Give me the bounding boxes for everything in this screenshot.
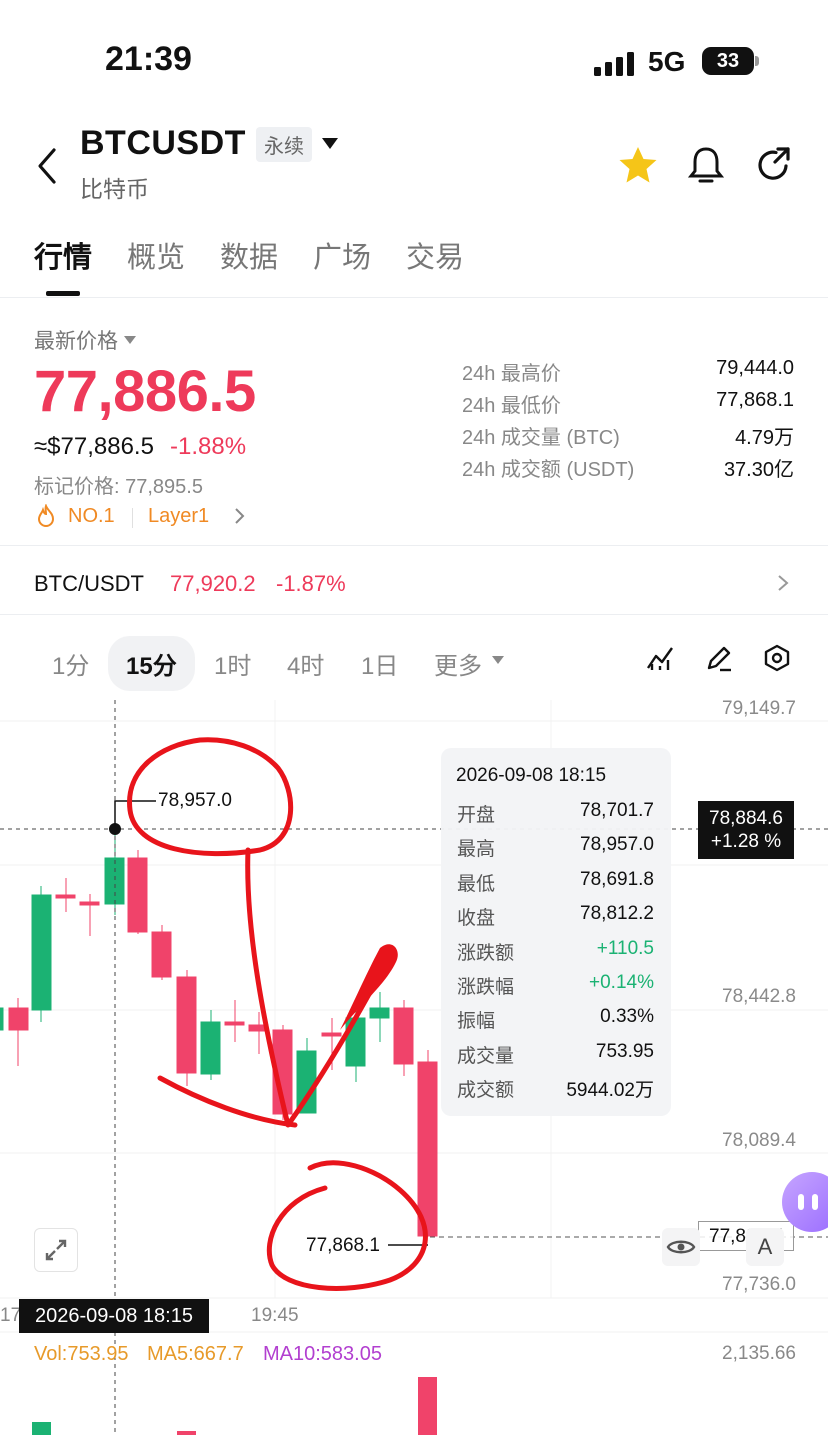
bell-icon[interactable] (688, 145, 724, 185)
divider (0, 297, 828, 298)
stat-value: 4.79万 (735, 427, 794, 449)
contract-tag: 永续 (256, 127, 312, 162)
tab-data[interactable]: 数据 (220, 234, 278, 276)
price-label[interactable]: 最新价格 (34, 325, 118, 355)
sector-tag[interactable]: Layer1 (148, 505, 209, 528)
tooltip-label: 最高 (457, 839, 496, 861)
x-axis-label: 19:45 (251, 1305, 299, 1326)
y-axis-label: 78,089.4 (722, 1130, 796, 1151)
tab-trade[interactable]: 交易 (406, 234, 464, 276)
symbol-dropdown-icon[interactable] (322, 138, 338, 149)
battery-icon: 33 (702, 47, 754, 75)
tooltip-value: 753.95 (595, 1040, 654, 1062)
stat-label: 24h 最低价 (462, 395, 561, 417)
usd-price: ≈$77,886.5 (34, 433, 154, 460)
crosshair-price: 78,884.6 (709, 808, 783, 829)
indicator-icon[interactable] (646, 644, 674, 672)
tooltip-label: 最低 (457, 873, 496, 895)
interval-1m[interactable]: 1分 (52, 646, 89, 681)
spot-pair[interactable]: BTC/USDT (34, 571, 144, 597)
tab-market[interactable]: 行情 (34, 234, 92, 276)
stat-label: 24h 最高价 (462, 363, 561, 385)
star-icon[interactable] (618, 146, 658, 184)
tooltip-value: +0.14% (589, 972, 654, 993)
crosshair-change: +1.28 % (710, 831, 782, 852)
y-axis-label: 79,149.7 (722, 698, 796, 719)
fullscreen-icon[interactable] (34, 1228, 78, 1272)
stat-label: 24h 成交量 (BTC) (462, 427, 620, 449)
symbol-title[interactable]: BTCUSDT (80, 124, 246, 163)
status-time: 21:39 (105, 40, 192, 78)
spot-change: -1.87% (276, 571, 346, 596)
tooltip-value: 78,701.7 (580, 800, 654, 821)
signal-icon (594, 52, 634, 76)
candles (0, 828, 438, 1237)
tooltip-value: +110.5 (596, 937, 654, 959)
last-price: 77,886.5 (34, 359, 256, 424)
annotation-text-icon[interactable]: A (746, 1228, 784, 1266)
settings-icon[interactable] (763, 644, 791, 672)
tooltip-date: 2026-09-08 18:15 (456, 765, 607, 786)
share-icon[interactable] (754, 146, 792, 184)
price-label-dropdown-icon[interactable] (124, 336, 136, 344)
active-tab-indicator (46, 291, 80, 296)
fire-icon (37, 504, 55, 527)
tooltip-label: 涨跌幅 (457, 977, 515, 998)
interval-1d[interactable]: 1日 (361, 646, 398, 681)
divider (0, 614, 828, 615)
tooltip-value: 78,691.8 (580, 868, 654, 890)
ma5-value: MA5:667.7 (147, 1343, 244, 1365)
crosshair-time-badge: 2026-09-08 18:15 (19, 1299, 209, 1333)
spot-price: 77,920.2 (170, 571, 256, 596)
stat-label: 24h 成交额 (USDT) (462, 459, 635, 481)
tooltip-label: 振幅 (457, 1011, 496, 1033)
crosshair-price-badge: 78,884.6 +1.28 % (698, 801, 794, 859)
tab-square[interactable]: 广场 (313, 234, 371, 276)
y-axis-label: 77,736.0 (722, 1274, 796, 1295)
mark-price: 标记价格: 77,895.5 (34, 476, 203, 498)
tooltip-label: 成交额 (457, 1080, 515, 1102)
stat-value: 79,444.0 (716, 357, 794, 379)
ma10-value: MA10:583.05 (263, 1343, 382, 1365)
stat-value: 37.30亿 (723, 459, 794, 481)
back-icon[interactable] (34, 146, 62, 186)
stat-value: 77,868.1 (716, 389, 794, 411)
coin-name: 比特币 (80, 176, 149, 202)
interval-1h[interactable]: 1时 (214, 646, 251, 681)
change-percent: -1.88% (170, 433, 247, 460)
interval-15m[interactable]: 15分 (108, 636, 195, 691)
interval-4h[interactable]: 4时 (287, 646, 324, 681)
low-price-marker: 77,868.1 (306, 1235, 380, 1256)
tooltip-value: 78,957.0 (580, 834, 654, 856)
volume-bars (32, 1377, 437, 1435)
volume-value: Vol:753.95 (34, 1343, 129, 1365)
tooltip-value: 78,812.2 (580, 903, 654, 925)
draw-icon[interactable] (705, 644, 733, 672)
y-axis-label: 78,442.8 (722, 986, 796, 1007)
tooltip-label: 涨跌额 (457, 942, 515, 964)
tag-separator (132, 508, 133, 528)
eye-icon[interactable] (662, 1228, 700, 1266)
chevron-right-icon[interactable] (232, 506, 246, 526)
more-dropdown-icon[interactable] (492, 656, 504, 664)
tooltip-value: 5944.02万 (566, 1080, 654, 1102)
chevron-right-icon[interactable] (776, 572, 790, 594)
tooltip-label: 成交量 (457, 1045, 515, 1067)
tab-overview[interactable]: 概览 (127, 234, 185, 276)
battery-tip (755, 56, 759, 66)
interval-more[interactable]: 更多 (434, 646, 482, 681)
tooltip-label: 收盘 (457, 908, 496, 930)
network-type: 5G (648, 46, 686, 77)
tooltip-value: 0.33% (600, 1006, 654, 1028)
tooltip-label: 开盘 (457, 805, 496, 826)
high-price-marker: 78,957.0 (158, 790, 232, 811)
x-axis-label: 17 (0, 1305, 22, 1326)
divider (0, 545, 828, 546)
rank-tag[interactable]: NO.1 (68, 505, 115, 528)
volume-axis-label: 2,135.66 (722, 1343, 796, 1364)
